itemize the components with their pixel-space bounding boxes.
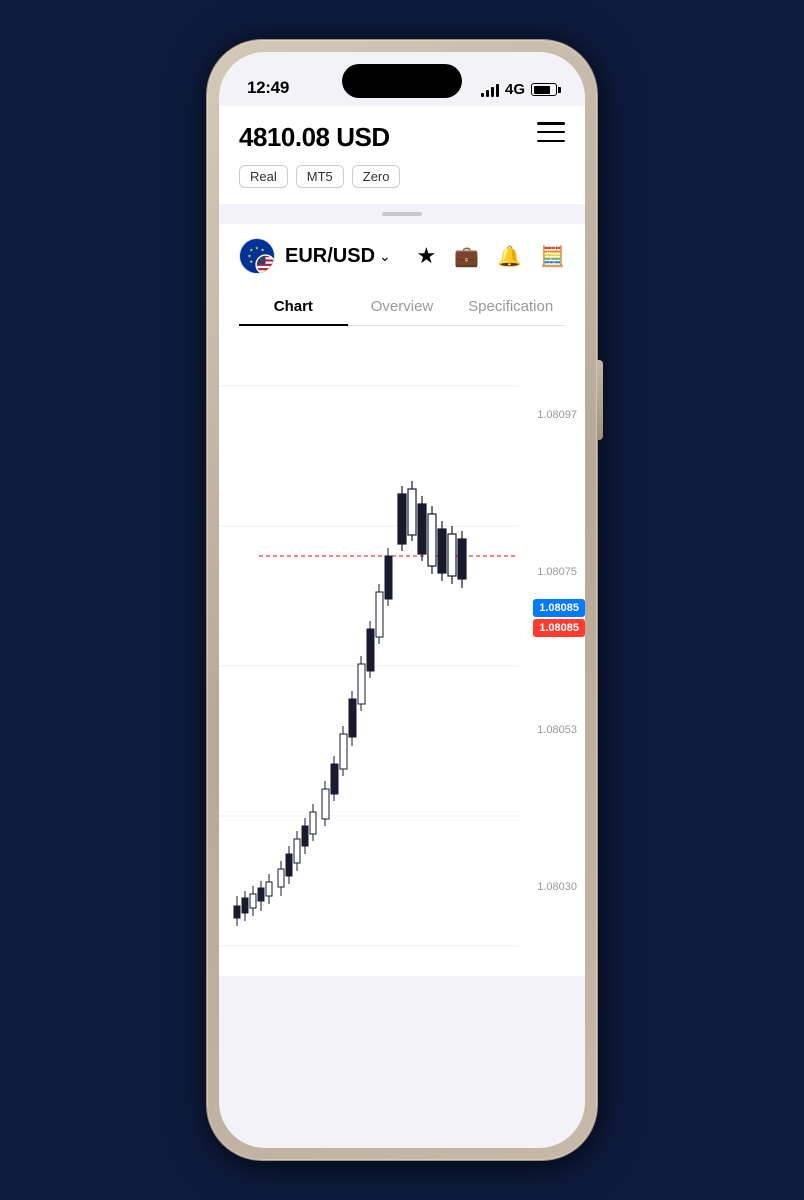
price-label-4: 1.08030 <box>515 881 585 893</box>
tab-chart[interactable]: Chart <box>239 288 348 325</box>
chart-area[interactable]: 1.08097 1.08085 1.08085 1.08075 1.08053 … <box>219 326 585 976</box>
eu-flag-svg: ★ ★ ★ ★ ★ ★ ★ ★ <box>240 238 274 274</box>
header-card: 4810.08 USD Real MT5 Zero <box>219 106 585 204</box>
drag-handle <box>219 204 585 224</box>
calculator-icon[interactable]: 🧮 <box>540 244 565 269</box>
eu-flag: ★ ★ ★ ★ ★ ★ ★ ★ <box>240 239 274 273</box>
tab-specification[interactable]: Specification <box>456 288 565 325</box>
menu-line-3 <box>537 140 565 143</box>
bar3 <box>491 87 494 97</box>
instrument-left: ★ ★ ★ ★ ★ ★ ★ ★ <box>239 238 391 274</box>
network-type: 4G <box>505 81 525 98</box>
instrument-flag: ★ ★ ★ ★ ★ ★ ★ ★ <box>239 238 275 274</box>
menu-line-2 <box>537 131 565 134</box>
phone-frame: 12:49 4G 4810.08 USD <box>207 40 597 1160</box>
drag-handle-bar <box>382 212 422 216</box>
header-top: 4810.08 USD <box>239 122 565 153</box>
bell-icon[interactable]: 🔔 <box>497 244 522 269</box>
instrument-row: ★ ★ ★ ★ ★ ★ ★ ★ <box>239 238 565 274</box>
instrument-header: ★ ★ ★ ★ ★ ★ ★ ★ <box>219 224 585 326</box>
dynamic-island <box>342 64 462 98</box>
ask-price-badge: 1.08085 <box>533 599 585 617</box>
battery-fill <box>534 86 551 94</box>
menu-line-1 <box>537 122 565 125</box>
signal-bars-icon <box>481 83 499 97</box>
tag-zero[interactable]: Zero <box>352 165 401 188</box>
favorite-star-icon[interactable]: ★ <box>417 243 437 269</box>
chevron-down-icon: ⌄ <box>379 248 391 265</box>
instrument-selector[interactable]: EUR/USD ⌄ <box>285 245 391 268</box>
price-label-1: 1.08097 <box>515 409 585 421</box>
tabs-row: Chart Overview Specification <box>239 288 565 326</box>
instrument-actions: ★ 💼 🔔 🧮 <box>417 243 565 269</box>
account-tags: Real MT5 Zero <box>239 165 565 188</box>
bar1 <box>481 93 484 97</box>
status-right: 4G <box>481 81 557 98</box>
tag-mt5[interactable]: MT5 <box>296 165 344 188</box>
menu-button[interactable] <box>537 122 565 142</box>
price-badges: 1.08085 1.08085 <box>533 599 585 637</box>
price-labels: 1.08097 1.08085 1.08085 1.08075 1.08053 … <box>515 326 585 976</box>
phone-screen: 12:49 4G 4810.08 USD <box>219 52 585 1148</box>
bid-price-badge: 1.08085 <box>533 619 585 637</box>
instrument-name: EUR/USD <box>285 245 375 268</box>
tag-real[interactable]: Real <box>239 165 288 188</box>
tab-overview[interactable]: Overview <box>348 288 457 325</box>
price-label-3: 1.08053 <box>515 724 585 736</box>
briefcase-icon[interactable]: 💼 <box>454 244 479 269</box>
price-label-2: 1.08075 <box>515 566 585 578</box>
bar4 <box>496 84 499 97</box>
status-time: 12:49 <box>247 78 289 98</box>
battery-icon <box>531 83 557 96</box>
balance-amount: 4810.08 USD <box>239 122 390 153</box>
bar2 <box>486 90 489 97</box>
